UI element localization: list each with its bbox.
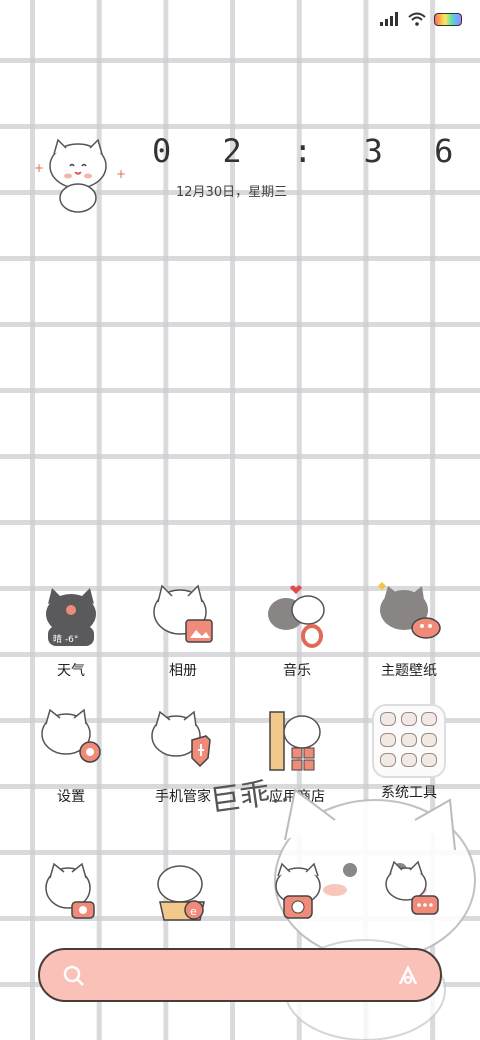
camera-cat-icon [275,862,321,919]
rainbow-battery-icon [434,12,462,26]
clock-time[interactable]: 0 2 : 3 6 [152,132,469,170]
app-music[interactable]: 音乐 [242,580,352,680]
clock-date[interactable]: 12月30日，星期三 [176,181,287,200]
clock-cat-sticker: + + [34,138,126,213]
folder-grid-icon [374,706,444,776]
svg-text:+: + [34,161,44,175]
phone-cat-icon [45,862,95,919]
dock-app-browser[interactable]: e [128,860,238,934]
themes-cat-icon [378,582,441,639]
weather-cat-icon: 晴 -6° [46,588,96,646]
music-cats-icon [268,585,325,648]
dock-app-messages[interactable] [354,860,464,934]
app-settings[interactable]: 设置 [16,706,126,806]
signal-bars-icon [380,12,398,26]
app-gallery[interactable]: 相册 [128,580,238,680]
search-icon[interactable] [62,964,86,988]
search-bar[interactable] [38,948,442,1002]
app-label: 天气 [57,663,85,679]
dock-app-phone[interactable] [16,860,126,934]
settings-cat-icon [41,708,101,763]
app-weather[interactable]: 晴 -6° 天气 [16,580,126,680]
assistant-icon[interactable] [396,964,420,988]
status-bar [380,12,462,26]
app-label: 主题壁纸 [381,663,437,679]
security-cat-icon [151,710,211,768]
svg-text:晴 -6°: 晴 -6° [53,633,78,645]
browser-cat-icon: e [157,865,205,921]
svg-text:e: e [190,905,197,918]
appstore-cat-icon [269,711,321,771]
app-label: 相册 [169,663,197,679]
dock-app-camera[interactable] [242,860,352,934]
gallery-cat-icon [153,584,213,643]
app-label: 音乐 [283,663,311,679]
svg-text:+: + [116,167,126,181]
app-themes[interactable]: 主题壁纸 [354,580,464,680]
app-label: 设置 [57,789,85,805]
messages-cat-icon [385,860,439,915]
wifi-icon [408,12,426,26]
